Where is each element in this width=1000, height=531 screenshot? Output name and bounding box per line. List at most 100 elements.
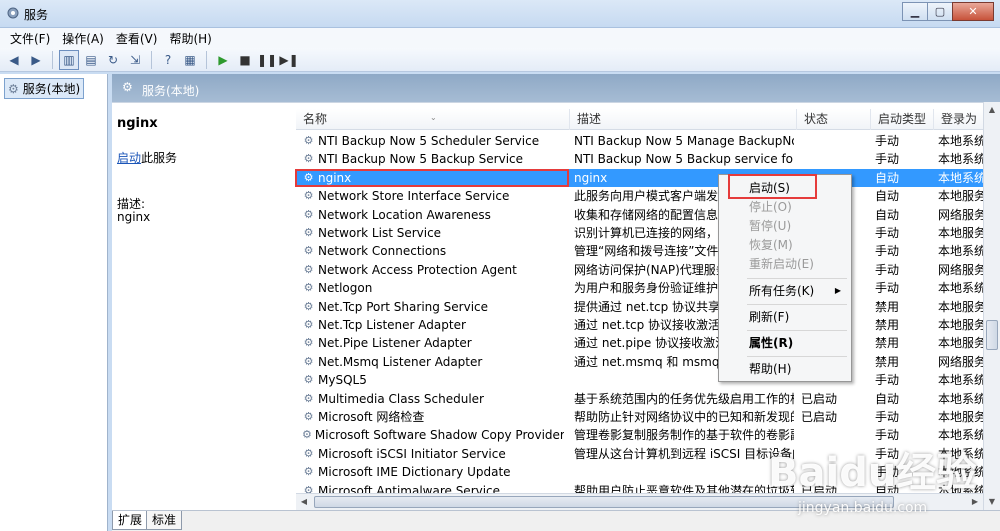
table-row[interactable]: ⚙ NTI Backup Now 5 Scheduler Service NTI B… xyxy=(296,132,1000,150)
service-name-label: Network Access Protection Agent xyxy=(318,262,517,277)
refresh-toolbar-button[interactable]: ↻ xyxy=(103,50,123,70)
menu-item-refresh[interactable]: 刷新(F) xyxy=(721,307,849,327)
menu-separator xyxy=(747,278,847,279)
menu-action[interactable]: 操作(A) xyxy=(56,30,110,47)
menu-item-resume[interactable]: 恢复(M) xyxy=(721,235,849,255)
scroll-up-icon[interactable]: ▲ xyxy=(984,102,1000,118)
watermark-logo: Baidu经验 xyxy=(768,450,977,496)
service-name-label: Microsoft Software Shadow Copy Provider xyxy=(314,428,564,443)
service-gear-icon: ⚙ xyxy=(303,391,314,405)
tab-standard[interactable]: 标准 xyxy=(146,511,183,530)
maximize-button[interactable]: ▢ xyxy=(927,2,953,21)
menu-item-all-tasks[interactable]: 所有任务(K) ▶ xyxy=(721,281,849,301)
table-row[interactable]: ⚙ Netlogon 为用户和服务身份验证维护此计 手动 本地系统 xyxy=(296,279,1000,297)
menu-separator xyxy=(747,304,847,305)
sort-arrow-icon: ⌄ xyxy=(430,113,437,122)
start-service-suffix: 此服务 xyxy=(141,151,178,165)
service-name-label: Net.Tcp Listener Adapter xyxy=(318,318,466,332)
service-name-label: Microsoft IME Dictionary Update xyxy=(318,465,511,480)
service-gear-icon: ⚙ xyxy=(303,281,314,295)
menu-file[interactable]: 文件(F) xyxy=(4,30,56,47)
minimize-button[interactable]: ▁ xyxy=(902,2,928,21)
service-description: NTI Backup Now 5 Manage BackupNow... xyxy=(574,134,794,148)
service-startup-type: 禁用 xyxy=(875,318,900,332)
service-name-label: Microsoft iSCSI Initiator Service xyxy=(318,446,506,461)
table-row[interactable]: ⚙ Network Location Awareness 收集和存储网络的配置信息，… xyxy=(296,206,1000,224)
column-startup-type[interactable]: 启动类型 xyxy=(871,109,934,130)
start-service-link[interactable]: 启动 xyxy=(117,151,141,165)
start-highlight-box xyxy=(728,174,817,199)
view-toolbar-button[interactable]: ▦ xyxy=(180,50,200,70)
table-row[interactable]: ⚙ NTI Backup Now 5 Backup Service NTI Back… xyxy=(296,150,1000,168)
service-gear-icon: ⚙ xyxy=(303,354,314,368)
description-value: nginx xyxy=(117,210,151,224)
stop-service-button[interactable]: ■ xyxy=(235,50,255,70)
menu-help[interactable]: 帮助(H) xyxy=(163,30,217,47)
restart-service-button[interactable]: ▶❚ xyxy=(279,50,299,70)
properties-toolbar-button[interactable]: ▤ xyxy=(81,50,101,70)
start-service-line: 启动此服务 xyxy=(117,149,177,166)
service-description: 基于系统范围内的任务优先级启用工作的相... xyxy=(574,391,794,406)
table-row[interactable]: ⚙ Microsoft 网络检查 帮助防止针对网络协议中的已知和新发现的... 已启动… xyxy=(296,408,1000,426)
menu-view[interactable]: 查看(V) xyxy=(110,30,164,47)
menu-bar: 文件(F) 操作(A) 查看(V) 帮助(H) xyxy=(0,28,1000,48)
service-name-label: Net.Tcp Port Sharing Service xyxy=(318,299,489,314)
help-icon: ? xyxy=(164,52,172,67)
table-row[interactable]: ⚙ Network Store Interface Service 此服务向用户模式… xyxy=(296,187,1000,205)
table-row[interactable]: ⚙ Net.Msmq Listener Adapter 通过 net.msmq 和 … xyxy=(296,353,1000,371)
minimize-icon: ▁ xyxy=(910,5,920,18)
service-name: ⚙ Microsoft iSCSI Initiator Service xyxy=(302,445,564,463)
service-name: ⚙ Network Store Interface Service xyxy=(302,187,564,205)
show-tree-button[interactable]: ▥ xyxy=(59,49,79,70)
service-name-label: Network Connections xyxy=(318,244,447,259)
export-list-button[interactable]: ⇲ xyxy=(125,50,145,70)
toolbar-separator xyxy=(206,50,207,69)
services-header: ⚙ 服务(本地) xyxy=(112,74,1000,102)
forward-button[interactable]: ▶ xyxy=(26,50,46,70)
service-name-label: Network List Service xyxy=(318,226,442,240)
help-toolbar-button[interactable]: ? xyxy=(158,50,178,70)
table-row[interactable]: ⚙ Net.Tcp Port Sharing Service 提供通过 net.tc… xyxy=(296,298,1000,316)
service-startup-type: 手动 xyxy=(875,410,900,424)
scroll-left-icon[interactable]: ◀ xyxy=(296,494,312,510)
service-name: ⚙ Network List Service xyxy=(302,224,564,242)
service-name-label: Net.Pipe Listener Adapter xyxy=(318,336,472,351)
tab-extended[interactable]: 扩展 xyxy=(112,511,149,530)
start-service-button[interactable]: ▶ xyxy=(213,50,233,70)
service-name: ⚙ Network Access Protection Agent xyxy=(302,261,564,279)
table-row[interactable]: ⚙ Net.Tcp Listener Adapter 通过 net.tcp 协议接收… xyxy=(296,316,1000,334)
menu-item-stop[interactable]: 停止(O) xyxy=(721,197,849,217)
service-name: ⚙ Network Location Awareness xyxy=(302,206,564,224)
column-name[interactable]: 名称 ⌄ xyxy=(296,109,570,130)
column-header: 名称 ⌄ 描述 状态 启动类型 登录为 xyxy=(296,109,1000,130)
service-description: 帮助防止针对网络协议中的已知和新发现的... xyxy=(574,410,794,424)
column-description[interactable]: 描述 xyxy=(570,109,797,130)
back-button[interactable]: ◀ xyxy=(4,50,24,70)
service-name: ⚙ Microsoft Software Shadow Copy Provider xyxy=(302,426,564,444)
menu-item-pause[interactable]: 暂停(U) xyxy=(721,216,849,236)
column-status[interactable]: 状态 xyxy=(797,109,871,130)
menu-item-help[interactable]: 帮助(H) xyxy=(721,359,849,379)
pause-icon: ❚❚ xyxy=(256,52,278,67)
tree-item-services-local[interactable]: ⚙ 服务(本地) xyxy=(4,78,85,99)
service-gear-icon: ⚙ xyxy=(303,189,314,203)
stop-icon: ■ xyxy=(239,52,251,67)
service-name-label: Network Location Awareness xyxy=(318,207,491,222)
service-name: ⚙ Net.Pipe Listener Adapter xyxy=(302,334,564,352)
table-row[interactable]: ⚙ Network Connections 管理“网络和拨号连接”文件夹 手动 本地系统 xyxy=(296,242,1000,260)
pause-service-button[interactable]: ❚❚ xyxy=(257,50,277,70)
close-button[interactable]: ✕ xyxy=(952,2,994,21)
table-row[interactable]: ⚙ Network Access Protection Agent 网络访问保护(N… xyxy=(296,261,1000,279)
table-row[interactable]: ⚙ MySQL5 手动 本地系统 xyxy=(296,371,1000,389)
service-gear-icon: ⚙ xyxy=(303,465,314,479)
menu-item-restart[interactable]: 重新启动(E) xyxy=(721,254,849,274)
service-startup-type: 自动 xyxy=(875,170,900,185)
table-row[interactable]: ⚙ Net.Pipe Listener Adapter 通过 net.pipe 协议… xyxy=(296,334,1000,352)
table-row[interactable]: ⚙ Network List Service 识别计算机已连接的网络，收集 手动 本地服… xyxy=(296,224,1000,242)
search-gear-icon: ⚙ xyxy=(122,80,133,94)
menu-item-properties[interactable]: 属性(R) xyxy=(721,333,849,353)
table-row[interactable]: ⚙ Multimedia Class Scheduler 基于系统范围内的任务优先级… xyxy=(296,390,1000,408)
vertical-scroll-thumb[interactable] xyxy=(986,320,998,350)
service-gear-icon: ⚙ xyxy=(303,410,314,423)
service-startup-type: 禁用 xyxy=(875,354,900,369)
